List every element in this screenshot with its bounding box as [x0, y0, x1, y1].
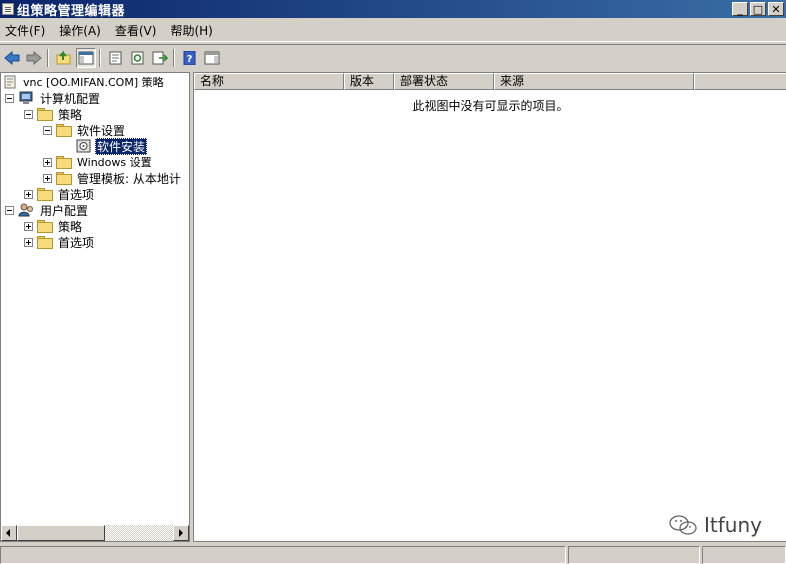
expand-toggle[interactable] — [24, 189, 33, 199]
toolbar-separator — [173, 48, 175, 67]
status-panel-middle — [568, 546, 700, 564]
help-button[interactable]: ? — [180, 48, 200, 68]
forward-arrow-icon — [26, 50, 42, 65]
column-header-source[interactable]: 来源 — [494, 73, 694, 90]
tree-label-computer-config: 计算机配置 — [40, 91, 101, 106]
app-icon — [2, 3, 14, 15]
show-hide-console-tree-icon — [78, 51, 94, 64]
policy-document-icon — [4, 75, 16, 89]
toolbar-separator — [99, 48, 101, 67]
svg-text:?: ? — [187, 54, 193, 65]
status-panel-main — [0, 546, 566, 564]
menu-file[interactable]: 文件(F) — [0, 22, 54, 39]
tree-node-computer-config[interactable]: 计算机配置 — [5, 90, 102, 106]
collapse-toggle[interactable] — [24, 109, 33, 119]
tree-node-windows-settings[interactable]: Windows 设置 — [43, 154, 154, 170]
tree-node-uc-policies[interactable]: 策略 — [24, 218, 84, 234]
collapse-toggle[interactable] — [5, 205, 14, 215]
tree-label-software-settings: 软件设置 — [77, 123, 126, 138]
show-hide-action-pane-button[interactable] — [202, 48, 222, 68]
expand-toggle[interactable] — [43, 173, 52, 183]
minimize-button[interactable]: _ — [732, 2, 748, 16]
tree-label-cc-preferences: 首选项 — [58, 187, 95, 202]
tree-label-uc-preferences: 首选项 — [58, 235, 95, 250]
properties-button[interactable] — [106, 48, 126, 68]
title-bar: 组策略管理编辑器 _ □ ✕ — [0, 0, 786, 19]
show-hide-console-tree-button[interactable] — [76, 47, 96, 68]
folder-icon — [37, 236, 53, 249]
refresh-icon — [131, 51, 144, 64]
tree-label-root: vnc [OO.MIFAN.COM] 策略 — [23, 76, 164, 89]
expand-toggle[interactable] — [43, 157, 52, 167]
toolbar: ? — [0, 44, 786, 70]
export-list-icon — [152, 51, 168, 64]
menu-action[interactable]: 操作(A) — [54, 22, 110, 39]
folder-icon — [37, 188, 53, 201]
tree-node-software-settings[interactable]: 软件设置 — [43, 122, 127, 138]
tree-label-uc-policies: 策略 — [58, 219, 83, 234]
scroll-left-button[interactable] — [1, 525, 17, 541]
scroll-thumb[interactable] — [17, 525, 105, 541]
folder-icon — [56, 172, 72, 185]
tree-node-software-installation[interactable]: 软件安装 — [76, 137, 148, 155]
wechat-icon — [669, 515, 697, 535]
folder-icon — [56, 124, 72, 137]
details-pane: 名称 版本 部署状态 来源 此视图中没有可显示的项目。 — [193, 72, 786, 542]
console-tree-pane: vnc [OO.MIFAN.COM] 策略 计算机配置 策略 软件设置 软件安装… — [0, 72, 190, 542]
user-icon — [18, 203, 33, 217]
console-tree: vnc [OO.MIFAN.COM] 策略 计算机配置 策略 软件设置 软件安装… — [1, 73, 189, 525]
forward-button[interactable] — [24, 48, 44, 68]
column-header-filler — [694, 73, 786, 90]
tree-node-cc-preferences[interactable]: 首选项 — [24, 186, 96, 202]
tree-node-admin-templates[interactable]: 管理模板: 从本地计 — [43, 170, 183, 186]
column-header-name[interactable]: 名称 — [194, 73, 344, 90]
back-arrow-icon — [4, 50, 20, 65]
expand-toggle[interactable] — [24, 237, 33, 247]
window-controls: _ □ ✕ — [732, 2, 784, 16]
up-one-level-button[interactable] — [54, 48, 74, 68]
empty-list-message: 此视图中没有可显示的项目。 — [412, 99, 569, 113]
tree-label-cc-policies: 策略 — [58, 107, 83, 122]
scroll-right-button[interactable] — [173, 525, 189, 541]
column-header-deployment-state[interactable]: 部署状态 — [394, 73, 494, 90]
refresh-button[interactable] — [128, 48, 148, 68]
back-button[interactable] — [2, 48, 22, 68]
menu-help[interactable]: 帮助(H) — [165, 22, 221, 39]
toolbar-separator — [47, 48, 49, 67]
tree-label-windows-settings: Windows 设置 — [77, 156, 152, 169]
tree-node-root[interactable]: vnc [OO.MIFAN.COM] 策略 — [3, 74, 166, 90]
tree-horizontal-scrollbar[interactable] — [1, 525, 189, 541]
tree-node-uc-preferences[interactable]: 首选项 — [24, 234, 96, 250]
menu-bar: 文件(F) 操作(A) 查看(V) 帮助(H) — [0, 20, 786, 42]
window-title: 组策略管理编辑器 — [17, 3, 126, 19]
column-header-version[interactable]: 版本 — [344, 73, 394, 90]
status-bar — [0, 544, 786, 564]
watermark-text: Itfuny — [704, 513, 762, 537]
tree-label-admin-templates: 管理模板: 从本地计 — [77, 171, 181, 186]
properties-icon — [109, 51, 122, 64]
export-list-button[interactable] — [150, 48, 170, 68]
collapse-toggle[interactable] — [43, 125, 52, 135]
collapse-toggle[interactable] — [5, 93, 14, 103]
folder-icon — [37, 220, 53, 233]
watermark: Itfuny — [668, 513, 762, 537]
help-icon: ? — [183, 50, 196, 65]
software-installation-icon — [76, 139, 91, 153]
scroll-track[interactable] — [17, 525, 173, 541]
up-one-level-icon — [56, 50, 71, 64]
maximize-button[interactable]: □ — [750, 2, 766, 16]
tree-node-user-config[interactable]: 用户配置 — [5, 202, 90, 218]
show-hide-action-pane-icon — [204, 51, 220, 64]
list-header: 名称 版本 部署状态 来源 — [194, 73, 786, 90]
menu-view[interactable]: 查看(V) — [110, 22, 166, 39]
close-button[interactable]: ✕ — [768, 2, 784, 16]
expand-toggle[interactable] — [24, 221, 33, 231]
tree-label-software-installation: 软件安装 — [95, 137, 148, 155]
tree-node-cc-policies[interactable]: 策略 — [24, 106, 84, 122]
tree-label-user-config: 用户配置 — [40, 203, 89, 218]
folder-icon — [56, 156, 72, 169]
status-panel-right — [702, 546, 786, 564]
computer-icon — [19, 91, 33, 104]
folder-icon — [37, 108, 53, 121]
